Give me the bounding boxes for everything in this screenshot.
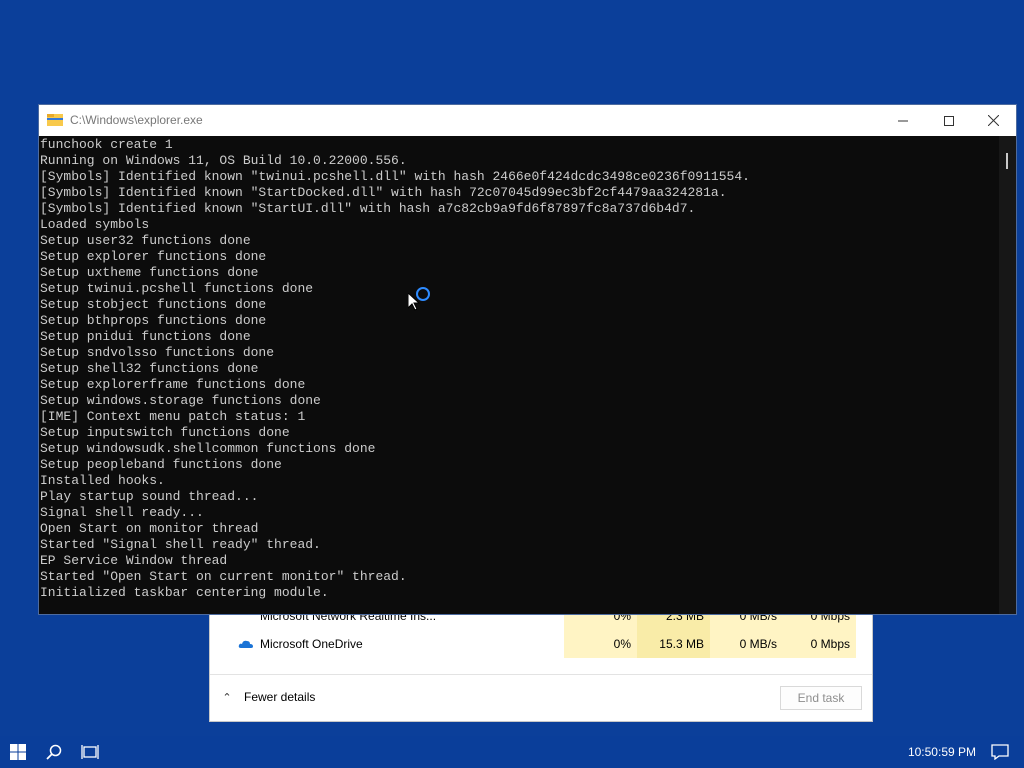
console-line: Signal shell ready... <box>40 505 204 520</box>
console-line: [Symbols] Identified known "StartUI.dll"… <box>40 201 696 216</box>
fewer-details-button[interactable]: ⌃ Fewer details <box>220 690 315 704</box>
maximize-button[interactable] <box>926 105 972 136</box>
maximize-icon <box>944 115 954 126</box>
close-button[interactable] <box>970 105 1016 136</box>
console-line: Setup windows.storage functions done <box>40 393 321 408</box>
search-icon <box>46 744 62 760</box>
table-row[interactable]: Microsoft OneDrive 0% 15.3 MB 0 MB/s 0 M… <box>210 630 872 658</box>
console-line: Setup peopleband functions done <box>40 457 282 472</box>
scrollbar[interactable] <box>999 136 1016 614</box>
windows-start-icon <box>10 744 26 760</box>
start-button[interactable] <box>0 736 36 768</box>
taskbar: 10:50:59 PM <box>0 736 1024 768</box>
console-window[interactable]: C:\Windows\explorer.exe funchook create … <box>38 104 1017 615</box>
console-line: Setup windowsudk.shellcommon functions d… <box>40 441 376 456</box>
console-line: Setup stobject functions done <box>40 297 267 312</box>
console-line: Initialized taskbar centering module. <box>40 585 329 600</box>
memory-cell: 15.3 MB <box>637 630 710 658</box>
cpu-cell: 0% <box>564 630 637 658</box>
minimize-button[interactable] <box>880 105 926 136</box>
console-line: [Symbols] Identified known "StartDocked.… <box>40 185 727 200</box>
folder-icon <box>47 114 63 126</box>
console-line: [Symbols] Identified known "twinui.pcshe… <box>40 169 750 184</box>
console-line: Setup uxtheme functions done <box>40 265 259 280</box>
console-line: Setup explorer functions done <box>40 249 267 264</box>
task-view-icon <box>81 745 99 759</box>
disk-cell: 0 MB/s <box>710 630 783 658</box>
task-view-button[interactable] <box>72 736 108 768</box>
console-lines: funchook create 1 Running on Windows 11, … <box>39 136 999 601</box>
console-line: Setup sndvolsso functions done <box>40 345 275 360</box>
onedrive-icon <box>238 640 253 648</box>
console-line: Setup twinui.pcshell functions done <box>40 281 314 296</box>
search-button[interactable] <box>36 736 72 768</box>
task-manager-footer: ⌃ Fewer details End task <box>210 674 872 723</box>
busy-spinner-icon <box>416 287 430 301</box>
fewer-details-label: Fewer details <box>244 690 316 704</box>
console-line: EP Service Window thread <box>40 553 228 568</box>
console-line: Setup explorerframe functions done <box>40 377 306 392</box>
network-cell: 0 Mbps <box>783 630 856 658</box>
console-line: Open Start on monitor thread <box>40 521 259 536</box>
console-line: funchook create 1 <box>40 137 173 152</box>
close-icon <box>987 115 999 126</box>
window-title: C:\Windows\explorer.exe <box>70 113 203 127</box>
notification-icon <box>991 744 1009 760</box>
console-line: Loaded symbols <box>40 217 150 232</box>
clock[interactable]: 10:50:59 PM <box>908 736 976 768</box>
console-line: Setup pnidui functions done <box>40 329 251 344</box>
console-line: Started "Signal shell ready" thread. <box>40 537 321 552</box>
console-output[interactable]: funchook create 1 Running on Windows 11, … <box>39 136 999 614</box>
console-line: Setup shell32 functions done <box>40 361 259 376</box>
end-task-button[interactable]: End task <box>780 686 862 710</box>
notification-button[interactable] <box>976 736 1024 768</box>
chevron-up-icon: ⌃ <box>222 691 232 704</box>
scroll-thumb[interactable] <box>1006 153 1008 169</box>
console-line: Setup user32 functions done <box>40 233 251 248</box>
console-line: Setup bthprops functions done <box>40 313 267 328</box>
title-bar[interactable]: C:\Windows\explorer.exe <box>39 105 1016 136</box>
console-line: Running on Windows 11, OS Build 10.0.220… <box>40 153 407 168</box>
console-line: Installed hooks. <box>40 473 165 488</box>
console-line: Setup inputswitch functions done <box>40 425 290 440</box>
console-line: [IME] Context menu patch status: 1 <box>40 409 306 424</box>
console-line: Play startup sound thread... <box>40 489 259 504</box>
process-name: Microsoft OneDrive <box>260 637 363 651</box>
console-line: Started "Open Start on current monitor" … <box>40 569 407 584</box>
minimize-icon <box>898 120 908 121</box>
